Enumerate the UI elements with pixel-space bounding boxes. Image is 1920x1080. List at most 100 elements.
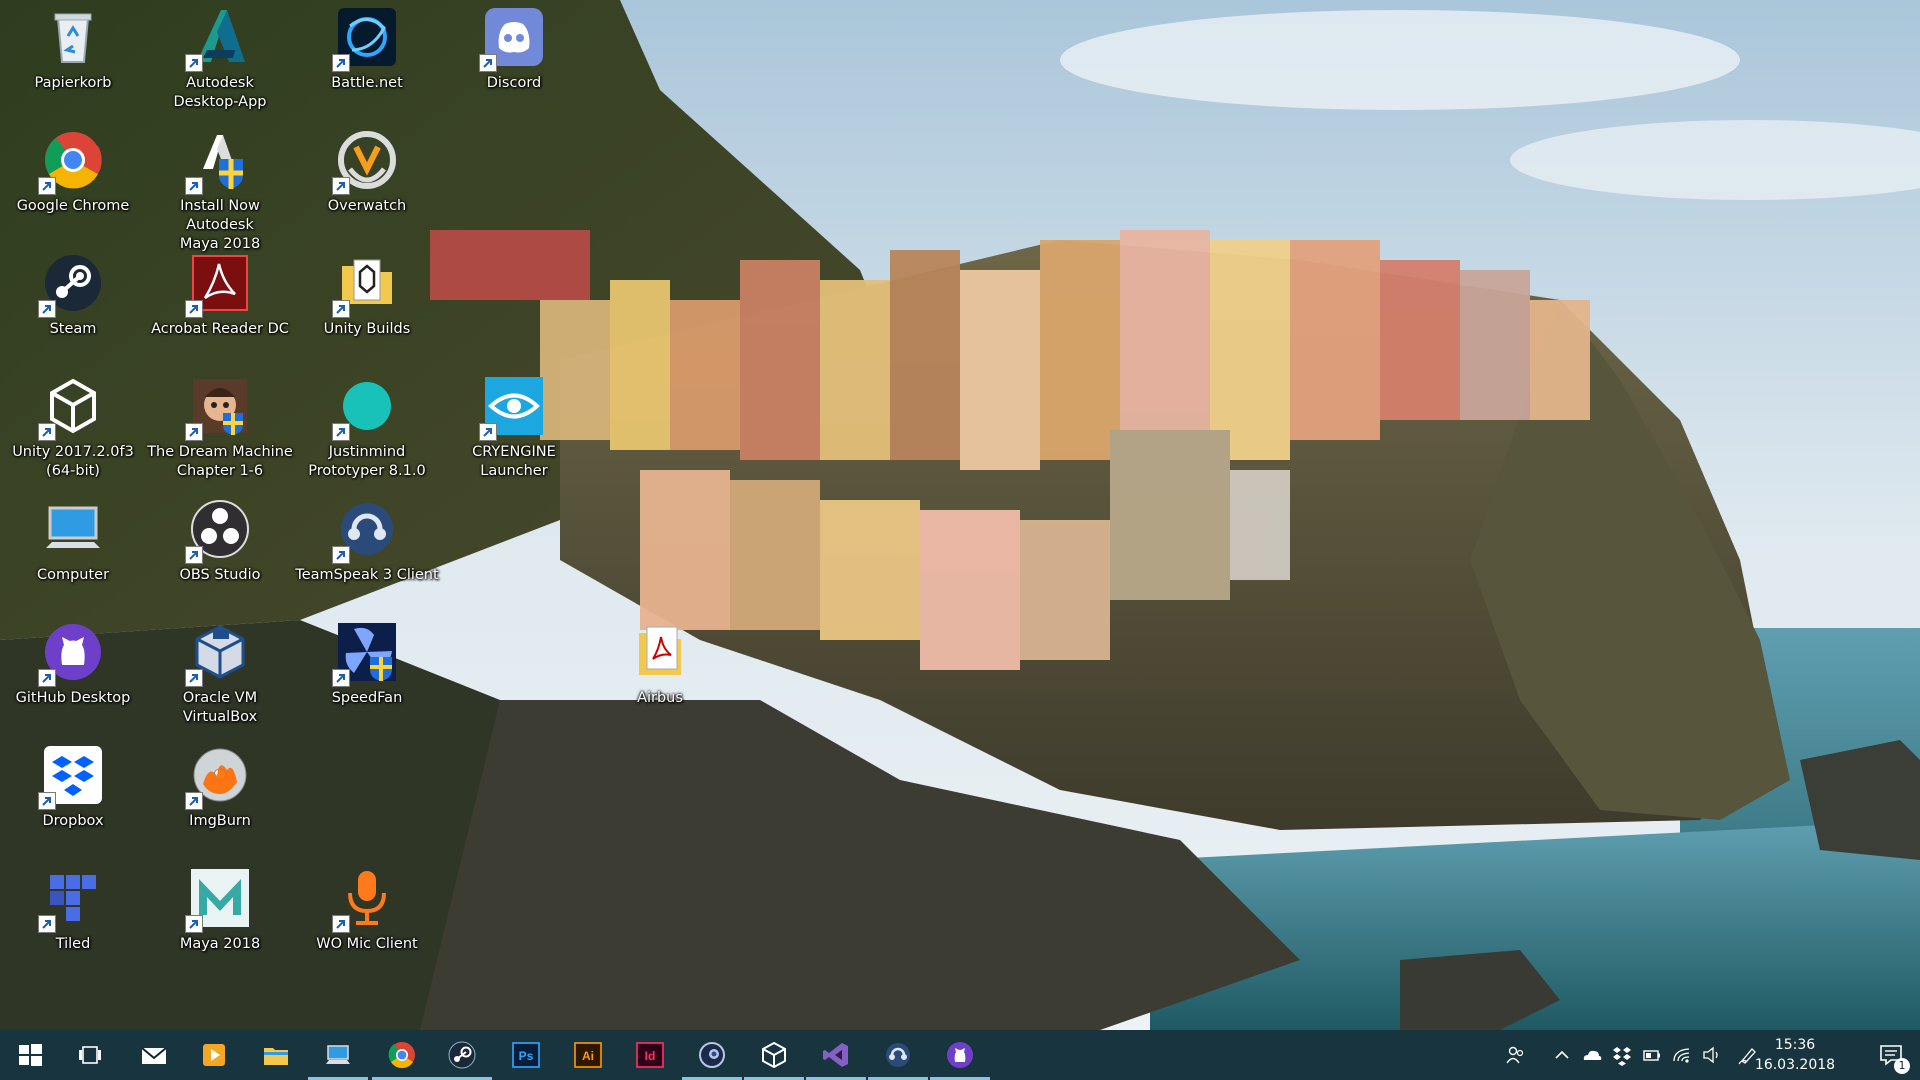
desktop-icon[interactable]: Oracle VM VirtualBox [147, 621, 293, 727]
shortcut-arrow-icon [38, 423, 56, 441]
desktop-icon-label: Steam [49, 321, 97, 337]
shortcut-arrow-icon [38, 792, 56, 810]
visual-studio-icon [821, 1040, 851, 1070]
desktop-icon-label: Unity Builds [323, 321, 411, 337]
teamspeak-icon [332, 498, 398, 564]
onedrive-icon[interactable] [1580, 1042, 1604, 1068]
desktop-icon[interactable]: WO Mic Client [294, 867, 440, 954]
shortcut-arrow-icon [185, 669, 203, 687]
people-icon[interactable] [1504, 1042, 1528, 1068]
indesign-icon: Id [635, 1040, 665, 1070]
taskbar-button-media-player[interactable] [184, 1030, 244, 1080]
github-icon [945, 1040, 975, 1070]
volume-icon[interactable] [1700, 1042, 1724, 1068]
taskbar-button-unity[interactable] [744, 1030, 804, 1080]
desktop-icon-label: SpeedFan [331, 690, 403, 706]
taskbar-button-file-explorer[interactable] [246, 1030, 306, 1080]
shortcut-arrow-icon [185, 177, 203, 195]
desktop-icon-label: GitHub Desktop [15, 690, 131, 706]
shortcut-arrow-icon [479, 54, 497, 72]
obs-icon [185, 498, 251, 564]
desktop-icon[interactable]: CRYENGINE Launcher [441, 375, 587, 481]
taskbar-button-this-pc[interactable] [308, 1030, 368, 1080]
pdf-file-icon [629, 621, 691, 683]
desktop-icon[interactable]: Steam [0, 252, 146, 339]
desktop-icon[interactable]: GitHub Desktop [0, 621, 146, 708]
desktop-icon[interactable]: TeamSpeak 3 Client [294, 498, 440, 585]
desktop-icon[interactable]: Unity 2017.2.0f3 (64-bit) [0, 375, 146, 481]
desktop-icon[interactable]: Install Now Autodesk Maya 2018 [147, 129, 293, 254]
battery-icon[interactable] [1640, 1042, 1664, 1068]
shortcut-arrow-icon [38, 177, 56, 195]
taskbar-button-photoshop[interactable]: Ps [496, 1030, 556, 1080]
taskbar-button-chrome[interactable] [372, 1030, 432, 1080]
desktop-icon[interactable]: Tiled [0, 867, 146, 954]
action-center-button[interactable]: 1 [1862, 1030, 1920, 1080]
desktop-icon-label: Airbus [637, 690, 683, 706]
shortcut-arrow-icon [185, 792, 203, 810]
svg-text:Ps: Ps [519, 1049, 534, 1063]
clock[interactable]: 15:36 16.03.2018 [1752, 1035, 1838, 1075]
battlenet-icon [332, 6, 398, 72]
unity-icon [759, 1040, 789, 1070]
desktop-icon-label: Unity 2017.2.0f3 (64-bit) [12, 444, 134, 479]
shortcut-arrow-icon [38, 300, 56, 318]
desktop-icon[interactable]: Airbus [587, 621, 733, 708]
dropbox-icon[interactable] [1610, 1042, 1634, 1068]
desktop-icon[interactable]: The Dream Machine Chapter 1-6 [147, 375, 293, 481]
shortcut-arrow-icon [332, 915, 350, 933]
microphone-icon [332, 867, 398, 933]
desktop-icon[interactable]: ImgBurn [147, 744, 293, 831]
desktop-icon[interactable]: Google Chrome [0, 129, 146, 216]
shortcut-arrow-icon [185, 54, 203, 72]
virtualbox-icon [185, 621, 251, 687]
desktop-icon[interactable]: Computer [0, 498, 146, 585]
desktop-icon-label: Autodesk Desktop-App [173, 75, 267, 110]
notification-badge: 1 [1894, 1058, 1910, 1074]
file-explorer-icon [261, 1040, 291, 1070]
dropbox-icon [38, 744, 104, 810]
desktop-icon[interactable]: Discord [441, 6, 587, 93]
shortcut-arrow-icon [332, 177, 350, 195]
desktop-icon[interactable]: Battle.net [294, 6, 440, 93]
taskbar-button-mail[interactable] [124, 1030, 184, 1080]
desktop-icon[interactable]: Acrobat Reader DC [147, 252, 293, 339]
taskbar-button-indesign[interactable]: Id [620, 1030, 680, 1080]
desktop-icon-label: The Dream Machine Chapter 1-6 [147, 444, 293, 479]
imgburn-icon [185, 744, 251, 810]
folder-icon [332, 252, 398, 318]
desktop-icon[interactable]: Papierkorb [0, 6, 146, 93]
desktop-icon-label: Discord [486, 75, 542, 91]
desktop-icon[interactable]: OBS Studio [147, 498, 293, 585]
desktop-icon[interactable]: Dropbox [0, 744, 146, 831]
taskbar-button-teamspeak[interactable] [868, 1030, 928, 1080]
shortcut-arrow-icon [332, 300, 350, 318]
desktop-icon-label: Maya 2018 [179, 936, 261, 952]
desktop-icon[interactable]: Unity Builds [294, 252, 440, 339]
desktop-icon[interactable]: Overwatch [294, 129, 440, 216]
shortcut-arrow-icon [332, 423, 350, 441]
shortcut-arrow-icon [185, 915, 203, 933]
svg-text:Ai: Ai [582, 1049, 594, 1063]
desktop-icon[interactable]: Autodesk Desktop-App [147, 6, 293, 112]
taskbar-button-blender[interactable] [682, 1030, 742, 1080]
chevron-up-icon[interactable] [1550, 1042, 1574, 1068]
chrome-icon [38, 129, 104, 195]
desktop-icon-label: Overwatch [327, 198, 407, 214]
taskbar-button-steam[interactable] [432, 1030, 492, 1080]
autodesk-installer-icon [185, 129, 251, 195]
taskbar-button-illustrator[interactable]: Ai [558, 1030, 618, 1080]
desktop-icon-label: CRYENGINE Launcher [472, 444, 556, 479]
shortcut-arrow-icon [332, 546, 350, 564]
taskbar-button-task-view[interactable] [60, 1030, 120, 1080]
justinmind-icon [332, 375, 398, 441]
desktop-icon[interactable]: Justinmind Prototyper 8.1.0 [294, 375, 440, 481]
desktop-icon[interactable]: Maya 2018 [147, 867, 293, 954]
taskbar-button-github[interactable] [930, 1030, 990, 1080]
desktop-icon[interactable]: SpeedFan [294, 621, 440, 708]
taskbar-button-windows-start[interactable] [0, 1030, 60, 1080]
desktop-icon-grid: Papierkorb Autodesk Desktop-App Battle.net… [0, 0, 683, 1026]
wifi-icon[interactable] [1670, 1042, 1694, 1068]
taskbar-button-visual-studio[interactable] [806, 1030, 866, 1080]
desktop-icon-label: Papierkorb [34, 75, 112, 91]
